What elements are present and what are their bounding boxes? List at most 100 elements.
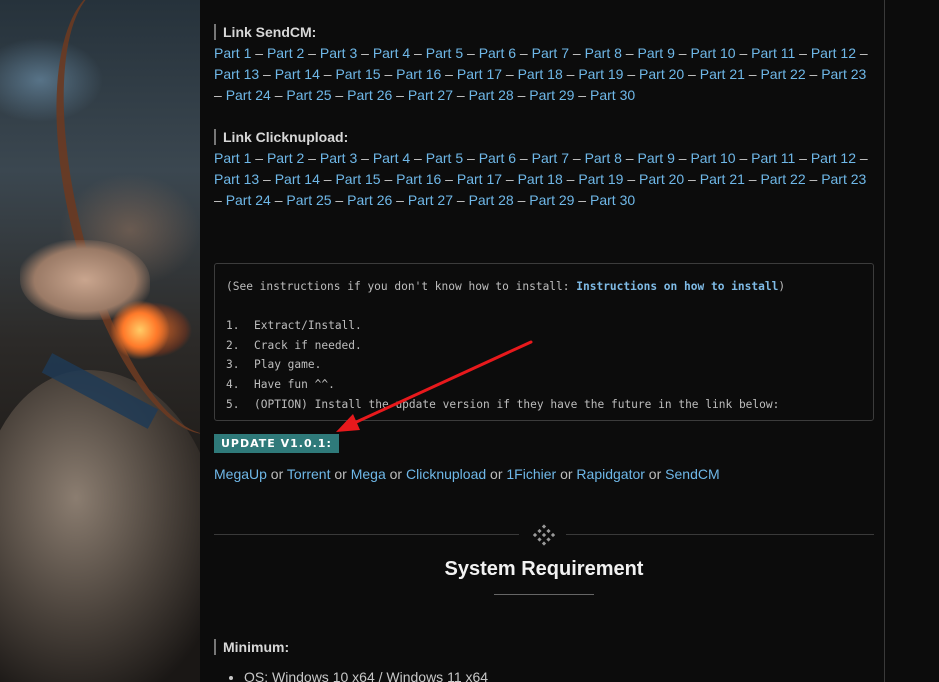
clicknupload-part-link[interactable]: Part 23 [821, 171, 866, 187]
clicknupload-part-link[interactable]: Part 3 [320, 150, 357, 166]
mirror-link[interactable]: Clicknupload [406, 466, 486, 482]
step-number: 1. [226, 319, 240, 333]
sendcm-part-link[interactable]: Part 3 [320, 45, 357, 61]
sendcm-part-link[interactable]: Part 8 [585, 45, 622, 61]
sendcm-part-link[interactable]: Part 30 [590, 87, 635, 103]
clicknupload-part-link[interactable]: Part 16 [396, 171, 441, 187]
part-separator: – [251, 45, 267, 61]
clicknupload-part-link[interactable]: Part 15 [335, 171, 380, 187]
sendcm-part-link[interactable]: Part 15 [335, 66, 380, 82]
clicknupload-part-link[interactable]: Part 25 [286, 192, 331, 208]
sendcm-part-link[interactable]: Part 21 [700, 66, 745, 82]
sendcm-part-link[interactable]: Part 14 [275, 66, 320, 82]
clicknupload-part-link[interactable]: Part 7 [532, 150, 569, 166]
sendcm-part-link[interactable]: Part 6 [479, 45, 516, 61]
sendcm-part-link[interactable]: Part 12 [811, 45, 856, 61]
install-step: 5. (OPTION) Install the update version if… [226, 395, 873, 415]
clicknupload-part-link[interactable]: Part 11 [751, 150, 795, 166]
sendcm-part-link[interactable]: Part 20 [639, 66, 684, 82]
part-separator: – [392, 87, 408, 103]
clicknupload-part-link[interactable]: Part 30 [590, 192, 635, 208]
part-separator: – [441, 66, 457, 82]
part-separator: – [380, 66, 397, 82]
sendcm-part-link[interactable]: Part 1 [214, 45, 251, 61]
clicknupload-part-link[interactable]: Part 5 [426, 150, 463, 166]
mirror-link[interactable]: Rapidgator [576, 466, 645, 482]
part-separator: – [574, 192, 590, 208]
step-text: Extract/Install. [254, 319, 362, 333]
part-separator: – [331, 192, 348, 208]
sendcm-part-link[interactable]: Part 22 [760, 66, 805, 82]
part-separator: – [623, 171, 640, 187]
part-separator: – [855, 45, 868, 61]
sendcm-part-link[interactable]: Part 26 [347, 87, 392, 103]
install-step: 2. Crack if needed. [226, 336, 873, 356]
part-separator: – [319, 171, 336, 187]
sendcm-part-link[interactable]: Part 19 [578, 66, 623, 82]
clicknupload-part-link[interactable]: Part 28 [469, 192, 514, 208]
sendcm-part-link[interactable]: Part 28 [469, 87, 514, 103]
mirror-link[interactable]: SendCM [665, 466, 719, 482]
install-intro: (See instructions if you don't know how … [226, 277, 873, 297]
clicknupload-part-link[interactable]: Part 20 [639, 171, 684, 187]
mirror-link[interactable]: MegaUp [214, 466, 267, 482]
sendcm-part-link[interactable]: Part 9 [638, 45, 675, 61]
part-separator: – [735, 45, 752, 61]
clicknupload-part-link[interactable]: Part 19 [578, 171, 623, 187]
part-separator: – [674, 150, 691, 166]
mirror-link[interactable]: Torrent [287, 466, 331, 482]
clicknupload-part-link[interactable]: Part 2 [267, 150, 304, 166]
part-separator: – [568, 45, 585, 61]
sendcm-part-link[interactable]: Part 29 [529, 87, 574, 103]
sendcm-part-link[interactable]: Part 10 [690, 45, 735, 61]
install-instructions-box: (See instructions if you don't know how … [214, 263, 874, 421]
clicknupload-part-link[interactable]: Part 22 [760, 171, 805, 187]
clicknupload-part-link[interactable]: Part 17 [457, 171, 502, 187]
sendcm-part-link[interactable]: Part 25 [286, 87, 331, 103]
clicknupload-part-link[interactable]: Part 4 [373, 150, 410, 166]
mirror-link[interactable]: Mega [351, 466, 386, 482]
divider-left [214, 534, 519, 535]
sendcm-part-link[interactable]: Part 7 [532, 45, 569, 61]
sendcm-part-link[interactable]: Part 5 [426, 45, 463, 61]
sendcm-part-link[interactable]: Part 2 [267, 45, 304, 61]
install-step: 4. Have fun ^^. [226, 375, 873, 395]
system-requirement-title: System Requirement [444, 558, 644, 580]
clicknupload-part-link[interactable]: Part 24 [226, 192, 271, 208]
sendcm-part-link[interactable]: Part 13 [214, 66, 259, 82]
sendcm-part-link[interactable]: Part 18 [518, 66, 563, 82]
clicknupload-part-link[interactable]: Part 21 [700, 171, 745, 187]
mirror-link[interactable]: 1Fichier [506, 466, 556, 482]
step-number: 2. [226, 338, 240, 352]
sendcm-part-link[interactable]: Part 27 [408, 87, 453, 103]
clicknupload-links: Part 1 – Part 2 – Part 3 – Part 4 – Part… [214, 148, 876, 211]
sendcm-part-link[interactable]: Part 23 [821, 66, 866, 82]
part-separator: – [304, 150, 320, 166]
sendcm-part-link[interactable]: Part 11 [751, 45, 795, 61]
sendcm-part-link[interactable]: Part 4 [373, 45, 410, 61]
clicknupload-part-link[interactable]: Part 14 [275, 171, 320, 187]
sendcm-part-link[interactable]: Part 16 [396, 66, 441, 82]
clicknupload-part-link[interactable]: Part 1 [214, 150, 251, 166]
clicknupload-part-link[interactable]: Part 18 [518, 171, 563, 187]
sidebar-divider [884, 0, 885, 682]
clicknupload-part-link[interactable]: Part 9 [638, 150, 675, 166]
clicknupload-part-link[interactable]: Part 13 [214, 171, 259, 187]
part-separator: – [513, 192, 530, 208]
clicknupload-part-link[interactable]: Part 26 [347, 192, 392, 208]
clicknupload-part-link[interactable]: Part 6 [479, 150, 516, 166]
clicknupload-part-link[interactable]: Part 27 [408, 192, 453, 208]
instructions-link[interactable]: Instructions on how to install [576, 280, 778, 293]
sendcm-part-link[interactable]: Part 24 [226, 87, 271, 103]
sendcm-part-link[interactable]: Part 17 [457, 66, 502, 82]
clicknupload-part-link[interactable]: Part 8 [585, 150, 622, 166]
install-step: 1. Extract/Install. [226, 316, 873, 336]
clicknupload-part-link[interactable]: Part 12 [811, 150, 856, 166]
part-separator: – [674, 45, 691, 61]
step-text: (OPTION) Install the update version if t… [254, 397, 780, 411]
part-separator: – [452, 87, 469, 103]
part-separator: – [441, 171, 457, 187]
clicknupload-label: Link Clicknupload: [214, 129, 348, 145]
clicknupload-part-link[interactable]: Part 10 [690, 150, 735, 166]
clicknupload-part-link[interactable]: Part 29 [529, 192, 574, 208]
